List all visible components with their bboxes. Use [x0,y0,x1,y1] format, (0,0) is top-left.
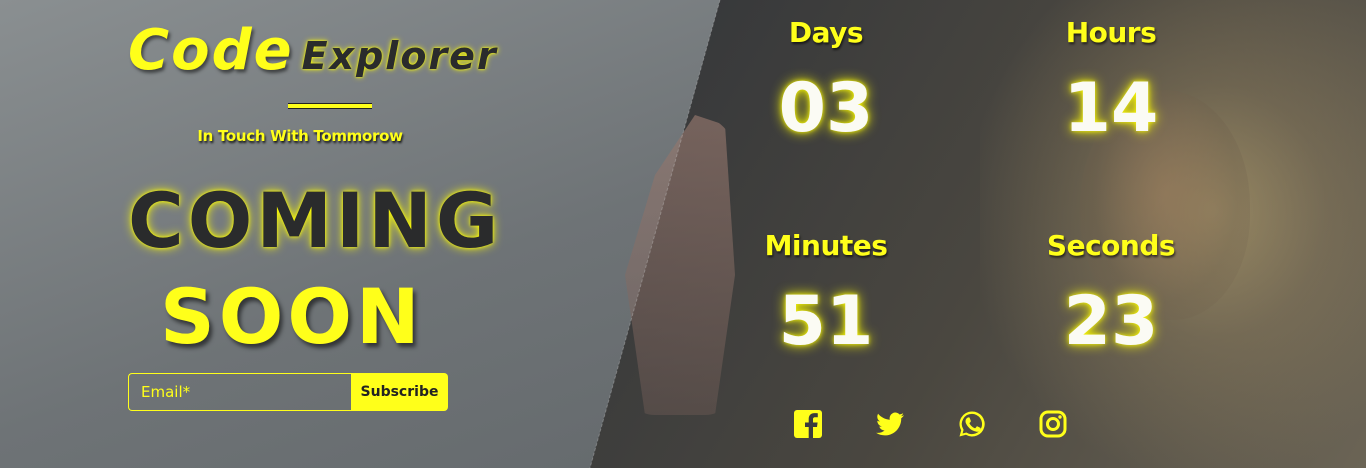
email-field[interactable] [128,373,351,411]
minutes-value: 51 [778,282,874,361]
social-links [0,408,1366,442]
countdown-days: Days 03 [706,16,946,143]
subscribe-form: Subscribe [128,373,448,411]
brand-logo: Code Explorer [128,18,498,88]
brand-underline [288,103,372,108]
headline-soon: SOON [160,272,424,361]
days-value: 03 [778,69,874,148]
instagram-icon[interactable] [1037,408,1069,440]
facebook-icon[interactable] [792,408,824,440]
headline-coming: COMING [128,176,503,265]
countdown-hours: Hours 14 [991,16,1231,143]
brand-explorer-text: Explorer [301,34,498,78]
twitter-icon[interactable] [874,408,906,440]
brand-code-text: Code [128,18,294,83]
minutes-label: Minutes [764,229,888,262]
seconds-label: Seconds [1046,229,1176,262]
seconds-value: 23 [1063,282,1159,361]
subscribe-button[interactable]: Subscribe [351,373,448,411]
whatsapp-icon[interactable] [956,408,988,440]
countdown-seconds: Seconds 23 [991,229,1231,356]
countdown-minutes: Minutes 51 [706,229,946,356]
tagline: In Touch With Tommorow [197,127,403,145]
days-label: Days [788,16,864,49]
hours-value: 14 [1063,69,1159,148]
hours-label: Hours [1065,16,1157,49]
